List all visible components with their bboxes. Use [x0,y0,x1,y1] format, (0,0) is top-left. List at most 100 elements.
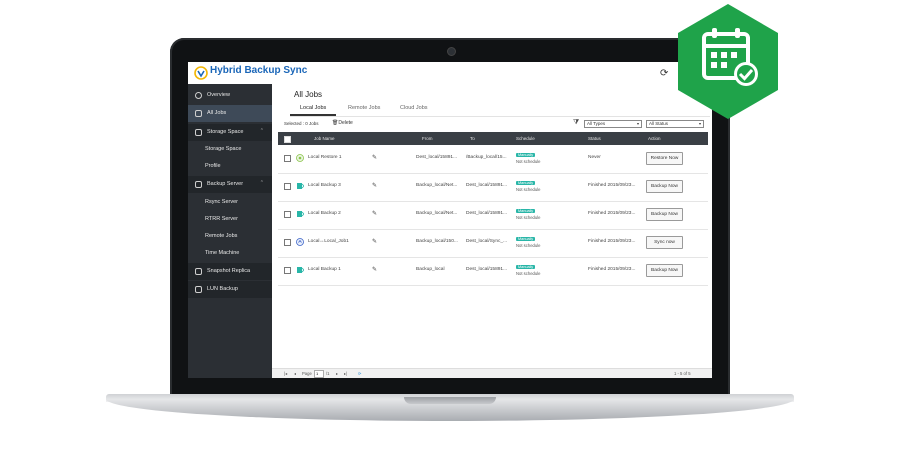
restore-now-button[interactable]: Restore Now [646,152,683,165]
row-checkbox[interactable] [284,155,291,162]
job-from: Backup_local/Net... [416,183,458,188]
sidebar-item-label: Backup Server [207,181,244,187]
schedule-sub: Not schedule [516,215,541,220]
laptop-notch [404,397,496,404]
page-total: /1 [326,371,330,376]
edit-icon[interactable]: ✎ [372,154,377,161]
page-label: Page [302,371,312,376]
job-to: Dest_local/15891... [466,267,508,272]
filter-icon[interactable]: ⧩ [573,119,579,127]
chevron-down-icon: ▾ [698,121,701,126]
tab-cloud-jobs[interactable]: Cloud Jobs [390,105,438,114]
edit-icon[interactable]: ✎ [372,266,377,273]
col-job-name: Job Name [314,136,335,141]
sidebar-item-label: Storage Space [205,146,242,152]
overview-icon [195,92,202,99]
sync-now-button[interactable]: Sync now [646,236,683,249]
sidebar-group-backup-server[interactable]: Backup Server ⌃ [188,176,272,193]
type-filter-value: All Types [587,121,606,126]
row-checkbox[interactable] [284,211,291,218]
schedule-sub: Not schedule [516,271,541,276]
sidebar-item-time-machine[interactable]: Time Machine [188,245,272,262]
sidebar-item-lun-backup[interactable]: LUN Backup [188,281,272,298]
edit-icon[interactable]: ✎ [372,182,377,189]
schedule-sub: Not schedule [516,243,541,248]
table-row[interactable]: Local Backup 3 ✎ Backup_local/Net... Des… [278,173,708,202]
chevron-up-icon: ⌃ [259,128,264,134]
selected-count: Selected : 0 Jobs [284,121,319,126]
tab-remote-jobs[interactable]: Remote Jobs [338,105,390,114]
table-row[interactable]: Local Backup 1 ✎ Backup_local Dest_local… [278,257,708,286]
backup-icon [297,211,304,217]
sidebar: Overview All Jobs Storage Space ⌃ Storag… [188,84,272,378]
col-schedule: Schedule [516,136,535,141]
edit-icon[interactable]: ✎ [372,210,377,217]
page-input-value: 1 [316,371,319,376]
job-to: Dest_local/Sync_... [466,239,508,244]
row-checkbox[interactable] [284,239,291,246]
row-checkbox[interactable] [284,267,291,274]
schedule-badge: Manually [516,181,536,185]
sidebar-item-profile[interactable]: Profile [188,158,272,175]
sidebar-item-storage-space[interactable]: Storage Space [188,141,272,158]
backup-icon [297,183,304,189]
backup-now-button[interactable]: Backup Now [646,180,683,193]
job-status: Finished 2015/09/23... [588,211,636,216]
backup-now-button[interactable]: Backup Now [646,264,683,277]
pagination-bar: |◂ ◂ Page 1 /1 ▸ ▸| ⟳ 1 - 5 of 5 [272,368,712,378]
main-panel: All Jobs Local Jobs Remote Jobs Cloud Jo… [272,84,712,378]
schedule-sub: Not schedule [516,187,541,192]
job-name: Local Backup 1 [308,267,341,272]
job-name: Local Backup 3 [308,183,341,188]
app-logo-icon [194,66,208,80]
row-checkbox[interactable] [284,183,291,190]
sidebar-item-remote-jobs[interactable]: Remote Jobs [188,228,272,245]
page-title: All Jobs [294,90,323,99]
tab-local-jobs[interactable]: Local Jobs [290,105,337,116]
backup-icon [297,267,304,273]
job-status: Finished 2015/09/23... [588,239,636,244]
page-input[interactable]: 1 [314,370,324,378]
sidebar-group-storage-space[interactable]: Storage Space ⌃ [188,124,272,141]
app-header: Hybrid Backup Sync ⟳ [188,62,712,86]
sidebar-item-snapshot-replica[interactable]: Snapshot Replica [188,263,272,280]
last-page-icon[interactable]: ▸| [344,371,347,376]
table-row[interactable]: Local Backup 2 ✎ Backup_local/Net... Des… [278,201,708,230]
prev-page-icon[interactable]: ◂ [294,371,296,376]
type-filter-select[interactable]: All Types ▾ [584,120,642,128]
sidebar-item-all-jobs[interactable]: All Jobs [188,105,272,122]
refresh-icon[interactable]: ⟳ [358,371,362,376]
sidebar-item-rsync-server[interactable]: Rsync Server [188,194,272,211]
sidebar-item-label: Snapshot Replica [207,268,251,274]
edit-icon[interactable]: ✎ [372,238,377,245]
server-icon [195,181,202,188]
job-to: /Backup_local/15... [466,155,507,160]
next-page-icon[interactable]: ▸ [336,371,338,376]
sidebar-item-rtrr-server[interactable]: RTRR Server [188,211,272,228]
sidebar-item-label: RTRR Server [205,216,238,222]
table-row[interactable]: Local↔Local_Job1 ✎ Backup_local/150... D… [278,229,708,258]
col-from: From [422,136,433,141]
chevron-up-icon: ⌃ [259,180,264,186]
camera [447,47,456,56]
schedule-badge: Manually [516,209,536,213]
first-page-icon[interactable]: |◂ [284,371,287,376]
refresh-icon[interactable]: ⟳ [660,68,668,79]
backup-now-button[interactable]: Backup Now [646,208,683,221]
app-title: Hybrid Backup Sync [210,65,308,76]
job-from: Backup_local/Net... [416,211,458,216]
delete-button[interactable]: 🗑Delete [332,120,353,126]
sidebar-item-label: Rsync Server [205,199,239,205]
sync-icon [296,238,304,246]
table-row[interactable]: Local Restore 1 ✎ Dest_local/15891... /B… [278,145,708,174]
select-all-checkbox[interactable] [284,136,291,143]
schedule-badge: Manually [516,265,536,269]
page-range: 1 - 5 of 5 [674,371,691,376]
col-action: Action [648,136,661,141]
screen: Hybrid Backup Sync ⟳ Overview All Jobs S… [188,62,712,378]
sidebar-item-overview[interactable]: Overview [188,87,272,104]
job-status: Finished 2015/09/23... [588,183,636,188]
status-filter-value: All Status [649,121,669,126]
status-filter-select[interactable]: All Status ▾ [646,120,704,128]
sidebar-item-label: Remote Jobs [205,233,238,239]
